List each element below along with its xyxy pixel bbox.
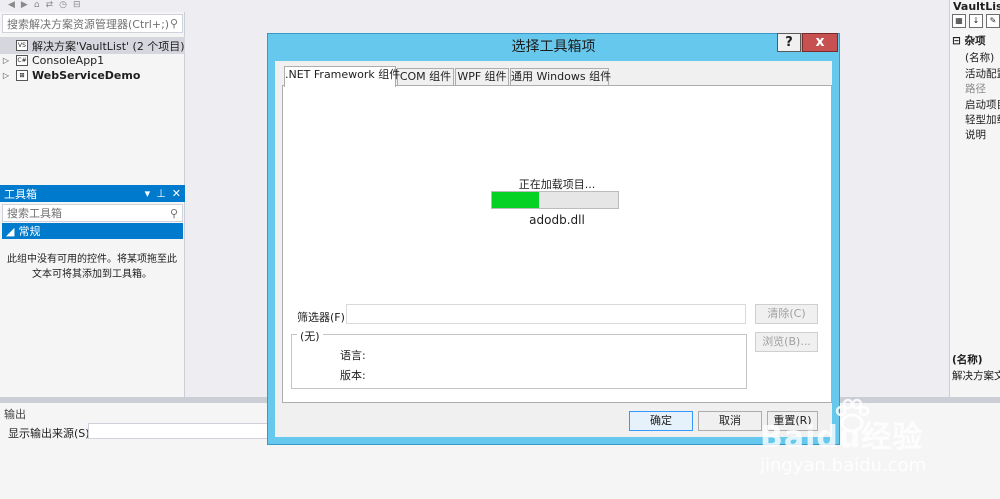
toolbox-title: 工具箱 bbox=[4, 187, 37, 201]
tab-net-framework[interactable]: .NET Framework 组件 bbox=[284, 66, 400, 87]
pin-icon[interactable]: ⊥ bbox=[156, 187, 166, 200]
loading-file-name: adodb.dll bbox=[529, 213, 585, 227]
collapse-icon[interactable]: ⊟ bbox=[73, 0, 81, 12]
watermark-brand: Baidu经验 bbox=[760, 420, 924, 455]
collapse-triangle-icon: ◢ bbox=[6, 224, 15, 238]
web-project-icon: ⊞ bbox=[16, 70, 28, 81]
search-icon[interactable]: ⚲ bbox=[170, 207, 178, 220]
toolbox-title-bar: 工具箱 ▾ ⊥ ✕ bbox=[0, 185, 185, 202]
property-description[interactable]: 说明 bbox=[965, 127, 986, 142]
property-footer-name: (名称) bbox=[952, 354, 983, 366]
output-title: 输出 bbox=[4, 408, 26, 421]
property-category-label: 杂项 bbox=[964, 35, 986, 47]
tab-wpf[interactable]: WPF 组件 bbox=[455, 68, 509, 86]
cancel-button[interactable]: 取消 bbox=[698, 411, 762, 431]
output-source-label: 显示输出来源(S): bbox=[8, 427, 94, 440]
property-name[interactable]: (名称) bbox=[965, 50, 994, 65]
close-button[interactable]: x bbox=[802, 33, 838, 52]
toolbox-search-placeholder: 搜索工具箱 bbox=[7, 207, 62, 220]
categorized-icon[interactable]: ▦ bbox=[952, 14, 966, 28]
solution-icon: VS bbox=[16, 40, 28, 51]
property-footer-desc: 解决方案文件 bbox=[952, 370, 1000, 382]
help-button[interactable]: ? bbox=[777, 33, 801, 52]
project-label: WebServiceDemo bbox=[32, 69, 141, 82]
clear-button[interactable]: 清除(C) bbox=[755, 304, 818, 324]
search-icon[interactable]: ⚲ bbox=[170, 17, 178, 30]
loading-progress-fill bbox=[492, 192, 539, 208]
solution-search-placeholder: 搜索解决方案资源管理器(Ctrl+;) bbox=[7, 17, 170, 31]
output-source-select[interactable] bbox=[88, 423, 273, 439]
close-icon[interactable]: ✕ bbox=[172, 187, 181, 200]
property-path[interactable]: 路径 bbox=[965, 81, 986, 96]
solution-explorer-toolbar: ◀ ▶ ⌂ ⇄ ◷ ⊟ bbox=[0, 0, 185, 12]
project-label: ConsoleApp1 bbox=[32, 54, 105, 67]
language-label: 语言: bbox=[340, 349, 366, 362]
solution-search-input[interactable]: 搜索解决方案资源管理器(Ctrl+;) ⚲ bbox=[2, 14, 183, 33]
toolbox-search-input[interactable]: 搜索工具箱 ⚲ bbox=[2, 204, 183, 222]
property-category[interactable]: ⊟ 杂项 bbox=[952, 33, 985, 48]
version-label: 版本: bbox=[340, 369, 366, 382]
filter-label: 筛选器(F): bbox=[297, 311, 349, 324]
toolbox-group-label: 常规 bbox=[18, 225, 41, 238]
component-info-legend: (无) bbox=[297, 328, 323, 344]
property-active-config[interactable]: 活动配置 bbox=[965, 66, 1000, 81]
property-startup-project[interactable]: 启动项目 bbox=[965, 97, 1000, 112]
sync-icon[interactable]: ⇄ bbox=[46, 0, 54, 12]
filter-input[interactable] bbox=[346, 304, 746, 324]
toolbox-group-header[interactable]: ◢ 常规 bbox=[2, 223, 183, 239]
csharp-project-icon: C# bbox=[16, 55, 28, 66]
tree-item-project[interactable]: ▷ ⊞ WebServiceDemo bbox=[0, 67, 185, 84]
history-icon[interactable]: ◷ bbox=[59, 0, 67, 12]
sort-alpha-icon[interactable]: ↓ bbox=[969, 14, 983, 28]
ok-button[interactable]: 确定 bbox=[629, 411, 693, 431]
expand-arrow-icon[interactable]: ▷ bbox=[0, 56, 12, 65]
loading-text: 正在加载项目... bbox=[518, 178, 596, 191]
tab-com[interactable]: COM 组件 bbox=[397, 68, 454, 86]
dialog-title: 选择工具箱项 bbox=[511, 39, 596, 55]
dropdown-icon[interactable]: ▾ bbox=[145, 187, 151, 200]
forward-icon[interactable]: ▶ bbox=[21, 0, 28, 12]
toolbox-empty-message: 此组中没有可用的控件。将某项拖至此文本可将其添加到工具箱。 bbox=[7, 254, 177, 280]
tab-uwp[interactable]: 通用 Windows 组件 bbox=[510, 68, 611, 86]
collapse-icon[interactable]: ⊟ bbox=[952, 35, 964, 47]
property-lightweight-load[interactable]: 轻型加载 bbox=[965, 112, 1000, 127]
expand-arrow-icon[interactable]: ▷ bbox=[0, 71, 12, 80]
back-icon[interactable]: ◀ bbox=[8, 0, 15, 12]
browse-button[interactable]: 浏览(B)... bbox=[755, 332, 818, 352]
watermark-url: jingyan.baidu.com bbox=[760, 455, 927, 476]
home-icon[interactable]: ⌂ bbox=[34, 0, 40, 12]
wrench-icon[interactable]: ✎ bbox=[986, 14, 1000, 28]
properties-toolbar: ▦ ↓ ✎ bbox=[952, 12, 1000, 30]
